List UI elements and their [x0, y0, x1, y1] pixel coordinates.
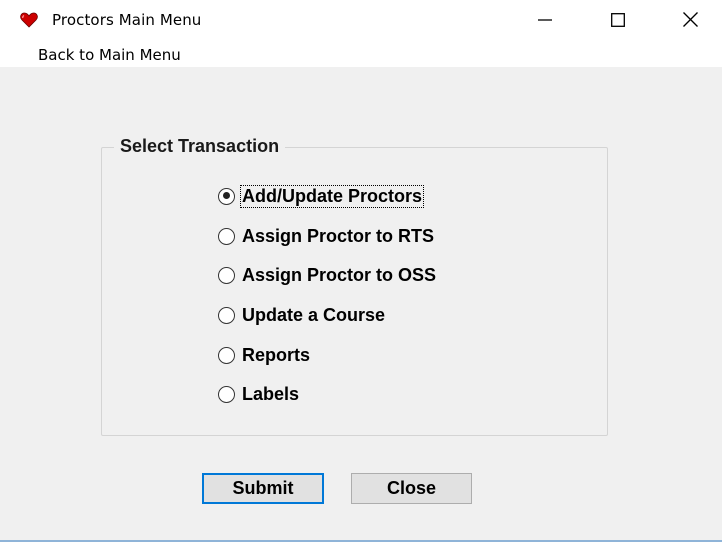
radio-label: Assign Proctor to RTS: [242, 225, 435, 246]
radio-button[interactable]: [218, 227, 235, 245]
window-title: Proctors Main Menu: [52, 11, 202, 29]
radio-label: Labels: [242, 383, 300, 404]
close-window-button[interactable]: [662, 0, 718, 42]
menu-bar: Back to Main Menu: [0, 42, 722, 67]
radio-add-update-proctors[interactable]: Add/Update Proctors: [218, 184, 425, 208]
heart-icon: [20, 12, 38, 28]
radio-reports[interactable]: Reports: [218, 343, 311, 367]
maximize-icon: [611, 12, 625, 31]
group-label: Select Transaction: [114, 136, 286, 157]
radio-button[interactable]: [218, 346, 235, 364]
radio-button[interactable]: [218, 306, 235, 324]
close-icon: [682, 11, 698, 31]
minimize-icon: [538, 12, 552, 31]
radio-assign-proctor-oss[interactable]: Assign Proctor to OSS: [218, 263, 437, 287]
radio-label: Add/Update Proctors: [239, 184, 425, 208]
radio-label: Reports: [242, 344, 311, 365]
select-transaction-group: Select Transaction Add/Update Proctors A…: [101, 136, 608, 436]
maximize-button[interactable]: [590, 0, 646, 42]
radio-button-selected[interactable]: [218, 187, 235, 205]
radio-assign-proctor-rts[interactable]: Assign Proctor to RTS: [218, 224, 435, 248]
title-bar: Proctors Main Menu: [0, 0, 722, 42]
radio-button[interactable]: [218, 266, 235, 284]
menu-item-back-to-main-menu[interactable]: Back to Main Menu: [38, 46, 181, 64]
minimize-button[interactable]: [517, 0, 573, 42]
radio-update-a-course[interactable]: Update a Course: [218, 303, 386, 327]
client-area: Select Transaction Add/Update Proctors A…: [0, 67, 722, 541]
radio-label: Assign Proctor to OSS: [242, 264, 437, 285]
radio-labels[interactable]: Labels: [218, 382, 300, 406]
radio-label: Update a Course: [242, 304, 386, 325]
submit-button[interactable]: Submit: [202, 473, 324, 504]
radio-button[interactable]: [218, 385, 235, 403]
close-button[interactable]: Close: [351, 473, 472, 504]
